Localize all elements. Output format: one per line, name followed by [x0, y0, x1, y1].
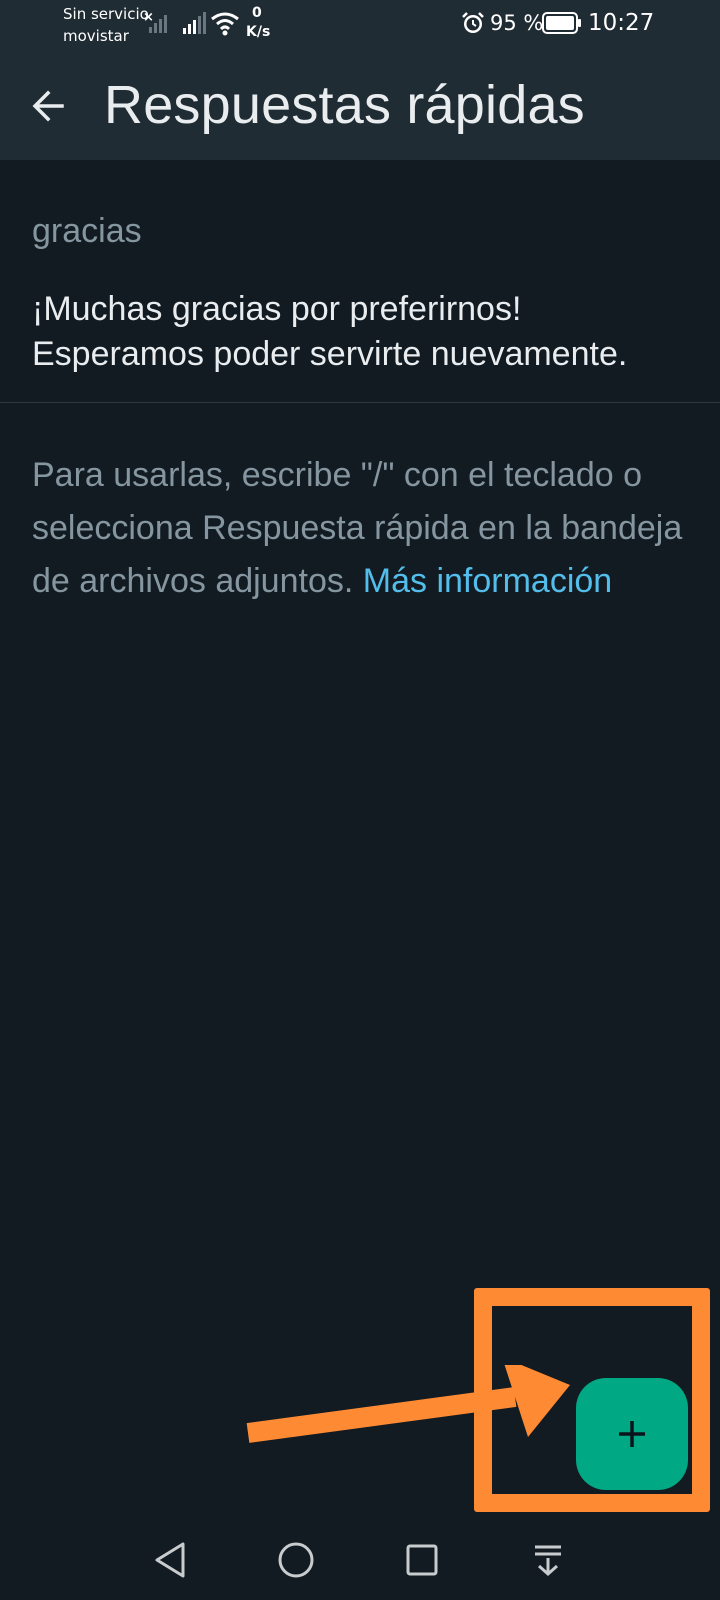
quick-reply-message: ¡Muchas gracias por preferirnos! Esperam… [32, 287, 702, 377]
alarm-icon [462, 12, 484, 33]
carrier-name: movistar [63, 27, 129, 45]
page-title: Respuestas rápidas [104, 75, 585, 135]
svg-text:×: × [143, 10, 154, 25]
quick-reply-message-line: Esperamos poder servirte nuevamente. [32, 335, 628, 373]
quick-reply-item[interactable]: gracias ¡Muchas gracias por preferirnos!… [0, 160, 720, 403]
pull-down-icon [535, 1545, 561, 1577]
quick-reply-shortcut: gracias [32, 212, 142, 250]
back-arrow-icon [32, 90, 64, 122]
carrier-status: Sin servicio [63, 5, 149, 23]
system-nav-bar [0, 1520, 720, 1600]
circle-home-icon [278, 1542, 314, 1578]
square-recents-icon [406, 1544, 438, 1576]
status-bar: Sin servicio movistar × 0 K/s 95 % 10:27 [0, 0, 720, 48]
battery-percent: 95 % [490, 11, 544, 35]
help-text: Para usarlas, escribe "/" con el teclado… [32, 449, 702, 608]
nav-home-button[interactable] [268, 1532, 324, 1588]
wifi-icon [211, 12, 239, 36]
more-info-link[interactable]: Más información [363, 562, 612, 600]
net-speed-value: 0 [252, 5, 262, 21]
back-button[interactable] [18, 76, 78, 136]
battery-icon [542, 12, 581, 34]
nav-recents-button[interactable] [394, 1532, 450, 1588]
signal-icon [183, 12, 206, 34]
add-quick-reply-button[interactable] [576, 1378, 688, 1490]
annotation-arrow [246, 1365, 570, 1443]
nav-notifications-button[interactable] [520, 1532, 576, 1588]
nav-back-button[interactable] [142, 1532, 198, 1588]
no-sim-signal-icon: × [143, 10, 167, 33]
quick-reply-message-line: ¡Muchas gracias por preferirnos! [32, 290, 522, 328]
plus-icon [619, 1421, 645, 1447]
net-speed-unit: K/s [246, 24, 271, 40]
triangle-back-icon [155, 1542, 185, 1578]
divider [0, 402, 720, 403]
clock: 10:27 [588, 10, 655, 36]
app-bar: Respuestas rápidas [0, 48, 720, 160]
